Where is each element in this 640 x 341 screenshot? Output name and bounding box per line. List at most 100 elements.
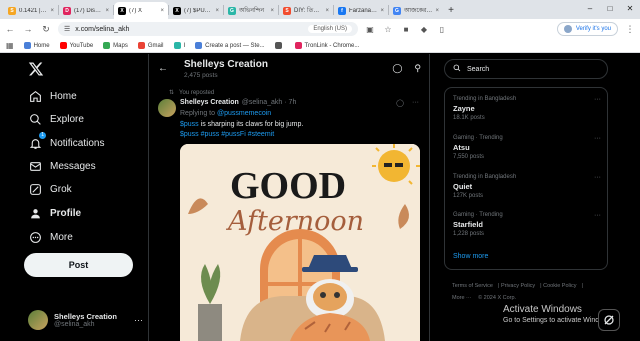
hashtags[interactable]: $puss #puss #pussFi #steemit	[180, 131, 274, 138]
search-input[interactable]: Search	[444, 59, 608, 79]
nav-grok[interactable]: Grok	[28, 182, 72, 196]
close-icon[interactable]: ×	[215, 8, 219, 14]
extension-icon[interactable]: ■	[400, 23, 412, 35]
bookmark-item[interactable]: TronLink - Chrome...	[294, 42, 360, 49]
nav-home[interactable]: Home	[28, 89, 77, 103]
avatar[interactable]	[158, 99, 176, 117]
bookmark-item[interactable]: I	[173, 42, 185, 49]
minimize-icon[interactable]: –	[580, 0, 600, 17]
maximize-icon[interactable]: □	[600, 0, 620, 17]
cashtag[interactable]: $puss	[180, 121, 199, 128]
bookmark-item[interactable]: Maps	[103, 42, 128, 49]
url-field[interactable]: ☰ x.com/selina_akh English (US)	[58, 22, 358, 36]
close-icon[interactable]: ×	[325, 8, 329, 14]
tab-title: 0.1421 | STE	[19, 7, 47, 14]
trend-count: 7,550 posts	[453, 154, 485, 160]
nav-messages[interactable]: Messages	[28, 159, 96, 173]
browser-tab[interactable]: G আজকের আ ×	[389, 2, 443, 19]
window-controls: – □ ✕	[580, 0, 640, 17]
nav-explore[interactable]: Explore	[28, 112, 84, 126]
close-icon[interactable]: ×	[270, 8, 274, 14]
footer-link[interactable]: Terms of Service	[452, 283, 493, 289]
profile-button[interactable]: Verify it's you	[556, 22, 618, 36]
save-icon[interactable]: ▣	[364, 23, 376, 35]
post-author[interactable]: Shelleys Creation	[180, 99, 239, 106]
browser-tab[interactable]: fFarzana me×	[334, 2, 388, 19]
trend-item[interactable]: Trending in Bangladesh Zayne 18.1K posts…	[453, 96, 601, 121]
trend-name: Starfield	[453, 220, 484, 229]
close-icon[interactable]: ×	[380, 8, 384, 14]
browser-tab[interactable]: S DIY: তিনরং ×	[279, 2, 333, 19]
image-title: GOOD	[230, 165, 346, 207]
nav-profile[interactable]: Profile	[28, 206, 81, 220]
post-handle[interactable]: @selina_akh · 7h	[242, 99, 297, 106]
trend-item[interactable]: Gaming · Trending Atsu 7,550 posts ···	[453, 135, 601, 160]
x-page: Home Explore 1 Notifications Messages Gr…	[0, 54, 640, 341]
bookmark-item[interactable]: YouTube	[59, 42, 93, 49]
forward-icon[interactable]: →	[22, 23, 34, 35]
trend-item[interactable]: Gaming · Trending Starfield 1,228 posts …	[453, 212, 601, 237]
browser-tab[interactable]: S0.1421 | STE×	[4, 2, 58, 19]
bookmark-label: TronLink - Chrome...	[304, 42, 360, 49]
close-icon[interactable]: ×	[160, 8, 164, 14]
back-arrow-icon[interactable]: ←	[158, 63, 168, 74]
nav-more[interactable]: More	[28, 230, 73, 244]
puzzle-icon[interactable]: ▯	[436, 23, 448, 35]
site-info-icon[interactable]: ☰	[64, 25, 70, 33]
bookmark-item[interactable]: Gmail	[137, 42, 164, 49]
bookmarks-bar: ▦ Home YouTube Maps Gmail I Create a post — S…	[0, 39, 640, 53]
reload-icon[interactable]: ↻	[40, 23, 52, 35]
close-icon[interactable]: ×	[50, 8, 54, 14]
search-icon	[453, 64, 461, 74]
x-logo-icon[interactable]	[28, 61, 44, 77]
new-tab-icon[interactable]: +	[443, 2, 459, 19]
more-icon[interactable]: ···	[594, 96, 601, 103]
browser-tab[interactable]: G অভিনন্দিন ×	[224, 2, 278, 19]
star-icon[interactable]: ☆	[382, 23, 394, 35]
apps-icon[interactable]: ▦	[6, 41, 14, 50]
account-switcher[interactable]: Shelleys Creation @selina_akh ···	[28, 310, 143, 330]
post-button[interactable]: Post	[24, 253, 133, 277]
grok-icon[interactable]: ◯	[392, 63, 402, 74]
avatar	[563, 25, 572, 33]
steem-icon	[195, 42, 203, 49]
x-icon: X	[173, 6, 181, 15]
extension-icon-2[interactable]: ◆	[418, 23, 430, 35]
reply-context: Replying to @pussmemecoin	[180, 110, 271, 117]
search-icon[interactable]: ⚲	[414, 63, 421, 74]
close-window-icon[interactable]: ✕	[620, 0, 640, 17]
menu-icon[interactable]: ⋮	[624, 23, 636, 35]
trend-count: 18.1K posts	[453, 115, 485, 121]
bookmark-item[interactable]	[274, 42, 285, 49]
nav-notifications[interactable]: 1 Notifications	[28, 132, 104, 150]
post-count: 2,475 posts	[184, 72, 218, 79]
more-icon[interactable]: ···	[594, 135, 601, 142]
more-icon[interactable]: ···	[594, 174, 601, 181]
back-icon[interactable]: ←	[4, 23, 16, 35]
reply-mention[interactable]: @pussmemecoin	[217, 110, 271, 117]
browser-tab[interactable]: X (7) X ×	[114, 2, 168, 19]
tab-title: অভিনন্দিন	[239, 8, 265, 14]
trend-item[interactable]: Trending in Bangladesh Quiet 127K posts …	[453, 174, 601, 199]
more-icon[interactable]: ···	[134, 315, 143, 325]
footer-link[interactable]: Privacy Policy	[501, 283, 535, 289]
google-icon: G	[393, 6, 401, 15]
bookmark-item[interactable]: Create a post — Ste...	[195, 42, 265, 49]
close-icon[interactable]: ×	[435, 8, 439, 14]
close-icon[interactable]: ×	[105, 8, 109, 14]
more-icon[interactable]: ···	[594, 212, 601, 219]
browser-tab[interactable]: X(7) $PUSS o×	[169, 2, 223, 19]
bookmark-item[interactable]: Home	[23, 42, 50, 49]
show-more-link[interactable]: Show more	[453, 253, 488, 260]
browser-tab[interactable]: D(17) Discord×	[59, 2, 113, 19]
translate-pill[interactable]: English (US)	[308, 25, 352, 33]
more-icon[interactable]: ···	[412, 99, 419, 107]
footer-link[interactable]: Cookie Policy	[543, 283, 576, 289]
grok-floating-button[interactable]	[598, 309, 620, 331]
post-image[interactable]: GOOD Afternoon	[180, 144, 420, 341]
facebook-icon: f	[338, 6, 346, 15]
globe-icon	[274, 42, 282, 49]
tab-title: (17) Discord	[74, 7, 102, 14]
footer-link[interactable]: More ···	[452, 295, 472, 301]
grok-icon[interactable]: ◯	[396, 99, 404, 107]
